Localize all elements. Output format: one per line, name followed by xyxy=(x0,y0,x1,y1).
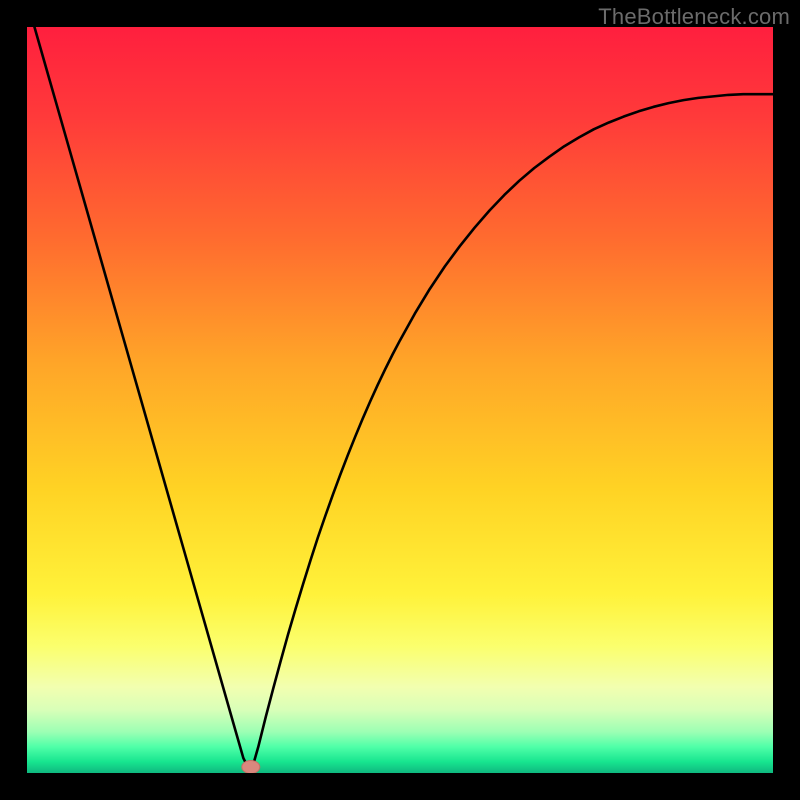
watermark-text: TheBottleneck.com xyxy=(598,4,790,30)
optimal-marker xyxy=(242,761,260,774)
chart-svg xyxy=(27,27,773,773)
chart-frame xyxy=(27,27,773,773)
plot-background xyxy=(27,27,773,773)
